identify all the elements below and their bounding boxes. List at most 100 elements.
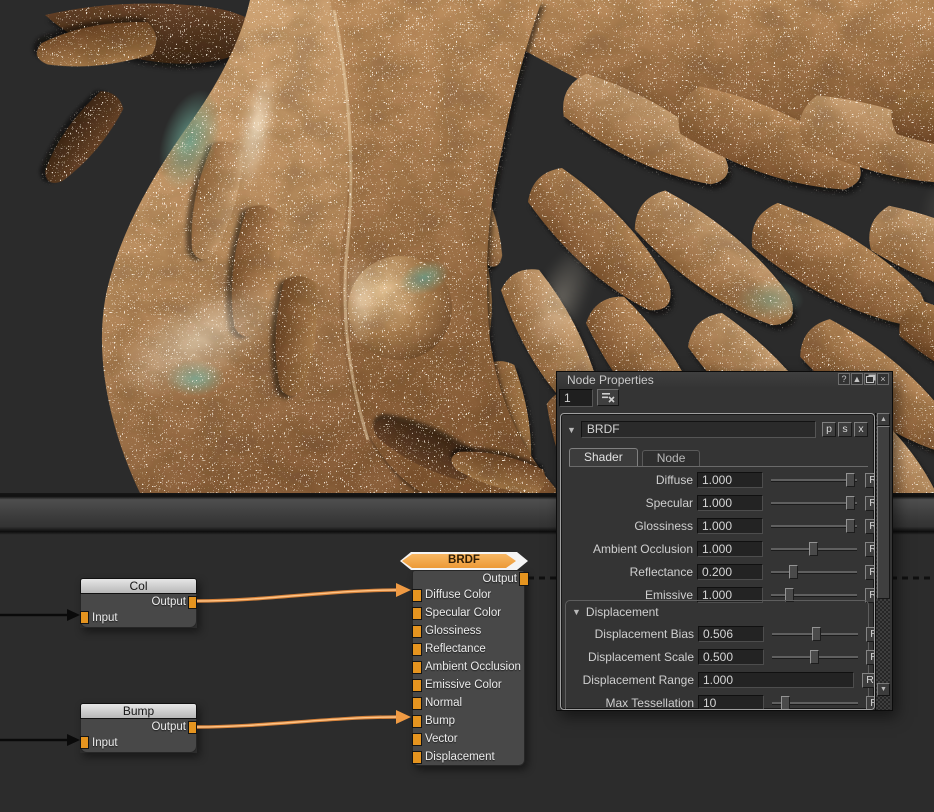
brdf-input-row: Ambient Occlusion xyxy=(413,658,524,676)
brdf-input-row: Displacement xyxy=(413,748,524,766)
value-field[interactable]: 0.200 xyxy=(697,564,763,580)
slider[interactable] xyxy=(771,495,857,511)
reset-button[interactable]: R xyxy=(862,673,875,688)
value-field[interactable]: 1.000 xyxy=(697,518,763,534)
input-port[interactable] xyxy=(80,736,89,749)
scroll-down-icon[interactable]: ▼ xyxy=(877,683,890,696)
port-label-output: Output xyxy=(151,596,186,608)
port-label-output: Output xyxy=(151,721,186,733)
input-port[interactable] xyxy=(412,661,422,674)
node-name-field[interactable]: BRDF xyxy=(581,421,816,438)
help-icon[interactable]: ? xyxy=(838,373,850,385)
reset-button[interactable]: R xyxy=(865,565,875,580)
value-field[interactable]: 1.000 xyxy=(697,472,763,488)
node-bump-title[interactable]: Bump xyxy=(80,703,197,719)
selection-count-field[interactable]: 1 xyxy=(559,389,593,407)
reset-button[interactable]: R xyxy=(866,696,875,711)
port-label-input: Input xyxy=(92,737,118,749)
input-port[interactable] xyxy=(412,715,422,728)
slider[interactable] xyxy=(772,695,858,710)
tab-shader[interactable]: Shader xyxy=(569,448,638,466)
preset-button[interactable]: p xyxy=(822,422,836,437)
value-field[interactable]: 1.000 xyxy=(698,672,854,688)
slider[interactable] xyxy=(772,649,858,665)
node-bump[interactable]: Bump Output Input xyxy=(80,703,197,753)
slider-handle xyxy=(846,496,855,510)
input-port[interactable] xyxy=(412,733,422,746)
property-row-reflectance: Reflectance 0.200 R xyxy=(567,564,867,580)
slider-handle xyxy=(810,650,819,664)
output-port[interactable] xyxy=(188,721,197,734)
brdf-input-row: Diffuse Color xyxy=(413,586,524,604)
brdf-input-row: Specular Color xyxy=(413,604,524,622)
output-port[interactable] xyxy=(188,596,197,609)
node-col-title[interactable]: Col xyxy=(80,578,197,594)
wire-arrowhead xyxy=(396,710,411,724)
panel-titlebar[interactable]: Node Properties ? ▲ × xyxy=(557,372,892,387)
property-row-displacement-bias: Displacement Bias 0.506 R xyxy=(568,626,867,642)
value-field[interactable]: 0.506 xyxy=(698,626,764,642)
input-port[interactable] xyxy=(80,611,89,624)
restore-icon[interactable] xyxy=(864,373,876,385)
node-col[interactable]: Col Output Input xyxy=(80,578,197,628)
brdf-input-row: Emissive Color xyxy=(413,676,524,694)
scroll-up-icon[interactable]: ▲ xyxy=(877,413,890,426)
slider-handle xyxy=(789,565,798,579)
input-port[interactable] xyxy=(412,751,422,764)
brdf-input-row: Vector xyxy=(413,730,524,748)
value-field[interactable]: 10 xyxy=(698,695,764,710)
input-port[interactable] xyxy=(412,679,422,692)
delete-button[interactable]: x xyxy=(854,422,868,437)
clear-selection-button[interactable] xyxy=(597,389,619,406)
value-field[interactable]: 1.000 xyxy=(697,541,763,557)
displacement-section-title: Displacement xyxy=(586,605,659,619)
value-field[interactable]: 0.500 xyxy=(698,649,764,665)
property-row-specular: Specular 1.000 R xyxy=(567,495,867,511)
slider-handle xyxy=(846,473,855,487)
wire-arrowhead xyxy=(396,583,411,597)
input-port[interactable] xyxy=(412,697,422,710)
reset-button[interactable]: R xyxy=(866,627,875,642)
slider-handle xyxy=(781,696,790,710)
displacement-section: ▼ Displacement Displacement Bias 0.506 R… xyxy=(565,600,869,710)
property-row-ambient-occlusion: Ambient Occlusion 1.000 R xyxy=(567,541,867,557)
slider[interactable] xyxy=(771,518,857,534)
slider[interactable] xyxy=(771,564,857,580)
save-button[interactable]: s xyxy=(838,422,852,437)
node-col-body: Output Input xyxy=(80,594,197,628)
slider-handle xyxy=(846,519,855,533)
property-row-diffuse: Diffuse 1.000 R xyxy=(567,472,867,488)
node-brdf[interactable]: Output Diffuse Color Specular Color Glos… xyxy=(412,570,525,766)
port-label-input: Input xyxy=(92,612,118,624)
scrollbar-thumb[interactable] xyxy=(877,426,890,599)
pin-icon[interactable]: ▲ xyxy=(851,373,863,385)
brdf-input-row: Reflectance xyxy=(413,640,524,658)
value-field[interactable]: 1.000 xyxy=(697,495,763,511)
slider[interactable] xyxy=(772,626,858,642)
input-port[interactable] xyxy=(412,625,422,638)
collapse-icon[interactable]: ▼ xyxy=(567,425,576,435)
reset-button[interactable]: R xyxy=(865,519,875,534)
input-port[interactable] xyxy=(412,589,422,602)
node-brdf-title: BRDF xyxy=(400,554,528,566)
tab-node[interactable]: Node xyxy=(642,450,701,466)
panel-scrollbar[interactable]: ▲ ▼ xyxy=(875,413,890,710)
slider[interactable] xyxy=(771,541,857,557)
reset-button[interactable]: R xyxy=(865,542,875,557)
reset-button[interactable]: R xyxy=(865,473,875,488)
property-row-max-tessellation: Max Tessellation 10 R xyxy=(568,695,867,710)
slider[interactable] xyxy=(771,472,857,488)
application-window: Col Output Input Bump Output xyxy=(0,0,934,812)
reset-button[interactable]: R xyxy=(866,650,875,665)
collapse-icon[interactable]: ▼ xyxy=(572,607,581,617)
node-brdf-header[interactable]: BRDF xyxy=(400,552,528,570)
brdf-input-row: Glossiness xyxy=(413,622,524,640)
property-row-glossiness: Glossiness 1.000 R xyxy=(567,518,867,534)
close-icon[interactable]: × xyxy=(877,373,889,385)
input-port[interactable] xyxy=(412,643,422,656)
slider-handle xyxy=(812,627,821,641)
wire-arrowhead xyxy=(67,609,80,621)
reset-button[interactable]: R xyxy=(865,496,875,511)
input-port[interactable] xyxy=(412,607,422,620)
output-port[interactable] xyxy=(519,572,529,586)
